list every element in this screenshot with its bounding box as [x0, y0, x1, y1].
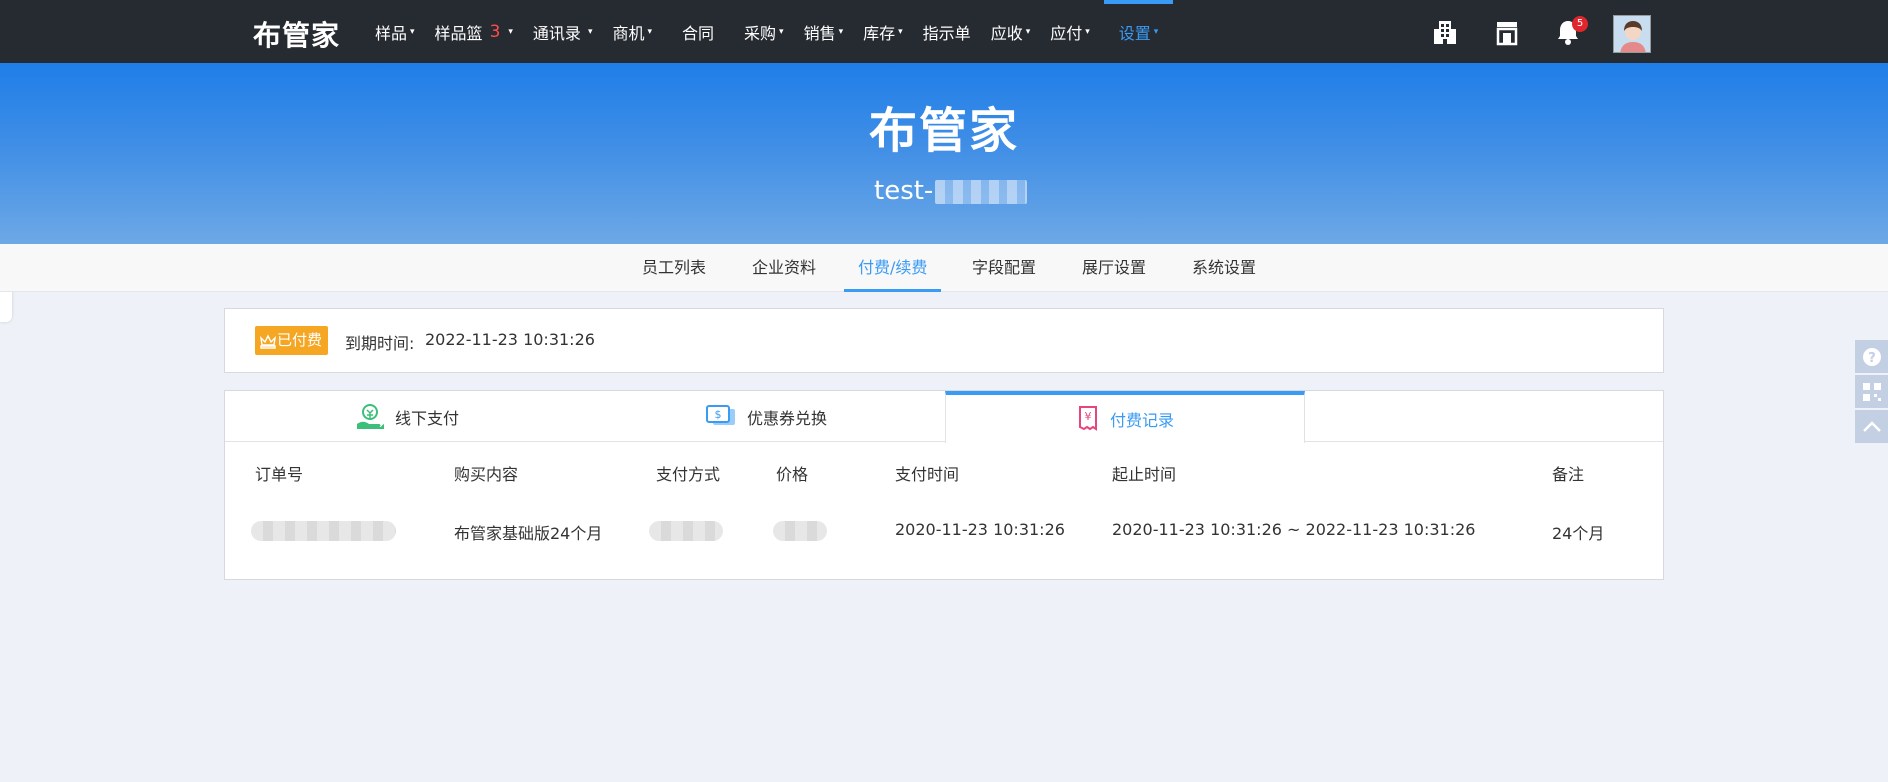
- subscription-status-card: 已付费 到期时间: 2022-11-23 10:31:26: [224, 308, 1664, 373]
- chevron-down-icon: ▾: [779, 26, 784, 37]
- col-header-remark: 备注: [1552, 465, 1585, 484]
- nav-item-sample-basket[interactable]: 样品篮 3 ▾: [425, 0, 523, 63]
- nav-item-contacts[interactable]: 通讯录 ▾: [523, 0, 603, 63]
- bell-icon[interactable]: 5: [1554, 16, 1588, 46]
- paid-status-badge: 已付费: [255, 326, 329, 355]
- expire-date: 2022-11-23 10:31:26: [425, 330, 595, 349]
- payment-tabs: 线下支付 $ 优惠券兑换 ¥ 付费记录: [225, 391, 1663, 443]
- company-name-text: test-: [874, 176, 934, 206]
- chevron-down-icon: ▾: [647, 26, 653, 37]
- nav-item-instructions[interactable]: 指示单: [913, 0, 981, 63]
- tab-staff-list[interactable]: 员工列表: [628, 244, 720, 292]
- cell-remark: 24个月: [1552, 524, 1605, 543]
- building-icon[interactable]: [1431, 18, 1459, 46]
- nav-label: 库存: [863, 23, 896, 43]
- nav-item-sales[interactable]: 销售 ▾: [794, 0, 854, 63]
- question-icon: ?: [1862, 347, 1881, 366]
- cell-content: 布管家基础版24个月: [454, 524, 603, 543]
- company-name: test-: [874, 176, 1028, 206]
- col-header-content: 购买内容: [454, 465, 519, 484]
- main-nav: 样品 ▾ 样品篮 3 ▾ 通讯录 ▾ 商机 ▾ 合同 采购 ▾ 销售 ▾ 库存 ▾ 指示单 应收…: [365, 0, 1173, 63]
- nav-label: 销售: [803, 23, 836, 43]
- svg-text:?: ?: [1868, 351, 1876, 366]
- nav-item-purchasing[interactable]: 采购 ▾: [734, 0, 794, 63]
- tab-system-settings[interactable]: 系统设置: [1178, 244, 1270, 292]
- col-header-period: 起止时间: [1112, 465, 1177, 484]
- col-header-order-no: 订单号: [255, 465, 304, 484]
- nav-label: 样品篮: [434, 23, 483, 43]
- settings-tabs: 员工列表 企业资料 付费/续费 字段配置 展厅设置 系统设置: [0, 244, 1888, 292]
- col-header-method: 支付方式: [656, 465, 721, 484]
- chevron-down-icon: ▾: [838, 26, 844, 37]
- app-logo[interactable]: 布管家: [253, 14, 340, 54]
- col-header-pay-time: 支付时间: [895, 465, 960, 484]
- chevron-down-icon: ▾: [1153, 26, 1159, 37]
- tab-coupon-redeem[interactable]: $ 优惠券兑换: [705, 391, 827, 442]
- tab-payment-records[interactable]: ¥ 付费记录: [945, 391, 1305, 443]
- cash-hand-icon: [357, 403, 384, 429]
- redacted-method: [649, 521, 723, 541]
- receipt-icon: ¥: [1078, 406, 1097, 431]
- chevron-down-icon: ▾: [898, 26, 903, 37]
- tab-billing[interactable]: 付费/续费: [844, 244, 942, 292]
- chevron-up-icon: [1862, 420, 1881, 432]
- qrcode-icon: [1862, 382, 1881, 401]
- nav-label: 样品: [375, 23, 408, 43]
- tab-field-config[interactable]: 字段配置: [958, 244, 1050, 292]
- coupon-icon: $: [706, 404, 735, 425]
- nav-item-contracts[interactable]: 合同: [662, 0, 734, 63]
- help-button[interactable]: ?: [1855, 340, 1888, 373]
- store-icon[interactable]: [1493, 18, 1521, 46]
- expire-label: 到期时间:: [345, 334, 415, 353]
- avatar[interactable]: [1613, 15, 1651, 53]
- cell-pay-time: 2020-11-23 10:31:26: [895, 520, 1065, 539]
- nav-label: 采购: [744, 23, 777, 43]
- qrcode-button[interactable]: [1855, 375, 1888, 408]
- tab-label: 优惠券兑换: [747, 408, 828, 428]
- chevron-down-icon: ▾: [587, 26, 593, 37]
- svg-text:$: $: [715, 408, 722, 421]
- col-header-price: 价格: [776, 465, 809, 484]
- nav-item-samples[interactable]: 样品 ▾: [365, 0, 425, 63]
- nav-item-receivables[interactable]: 应收 ▾: [981, 0, 1041, 63]
- chevron-down-icon: ▾: [410, 26, 415, 37]
- redacted-company-name: [935, 179, 1028, 204]
- paid-status-text: 已付费: [277, 331, 323, 349]
- payment-panel: 线下支付 $ 优惠券兑换 ¥ 付费记录 订单号 购买内容 支付方式 价格 支付时…: [224, 390, 1664, 580]
- chevron-down-icon: ▾: [1025, 26, 1031, 37]
- banner-title: 布管家: [868, 103, 1019, 159]
- nav-label: 通讯录: [532, 23, 581, 43]
- svg-text:¥: ¥: [1084, 410, 1091, 423]
- nav-label: 设置: [1118, 23, 1151, 43]
- notification-badge: 5: [1572, 16, 1588, 32]
- back-to-top-button[interactable]: [1855, 410, 1888, 443]
- nav-item-payables[interactable]: 应付 ▾: [1040, 0, 1100, 63]
- nav-label: 应付: [1050, 23, 1083, 43]
- chevron-down-icon: ▾: [508, 26, 513, 37]
- nav-label: 商机: [612, 23, 645, 43]
- crown-icon: [260, 333, 276, 349]
- nav-item-inventory[interactable]: 库存 ▾: [853, 0, 913, 63]
- tab-label: 付费记录: [1109, 411, 1174, 430]
- tab-company-profile[interactable]: 企业资料: [738, 244, 830, 292]
- tab-offline-payment[interactable]: 线下支付: [355, 391, 459, 442]
- company-banner: 布管家 test-: [0, 63, 1888, 244]
- cell-period: 2020-11-23 10:31:26 ~ 2022-11-23 10:31:2…: [1112, 520, 1476, 539]
- basket-count: 3: [489, 21, 501, 42]
- tab-showroom-settings[interactable]: 展厅设置: [1068, 244, 1160, 292]
- top-nav-bar: 布管家 样品 ▾ 样品篮 3 ▾ 通讯录 ▾ 商机 ▾ 合同 采购 ▾ 销售 ▾ 库存 ▾ 指示…: [0, 0, 1888, 63]
- redacted-order-no: [251, 521, 396, 541]
- nav-label: 合同: [682, 23, 715, 43]
- nav-label: 指示单: [922, 23, 971, 43]
- tab-label: 线下支付: [395, 408, 460, 428]
- nav-item-opportunities[interactable]: 商机 ▾: [602, 0, 662, 63]
- nav-item-settings[interactable]: 设置 ▾: [1103, 0, 1174, 63]
- redacted-price: [773, 521, 827, 541]
- nav-label: 应收: [990, 23, 1023, 43]
- chevron-down-icon: ▾: [1085, 26, 1090, 37]
